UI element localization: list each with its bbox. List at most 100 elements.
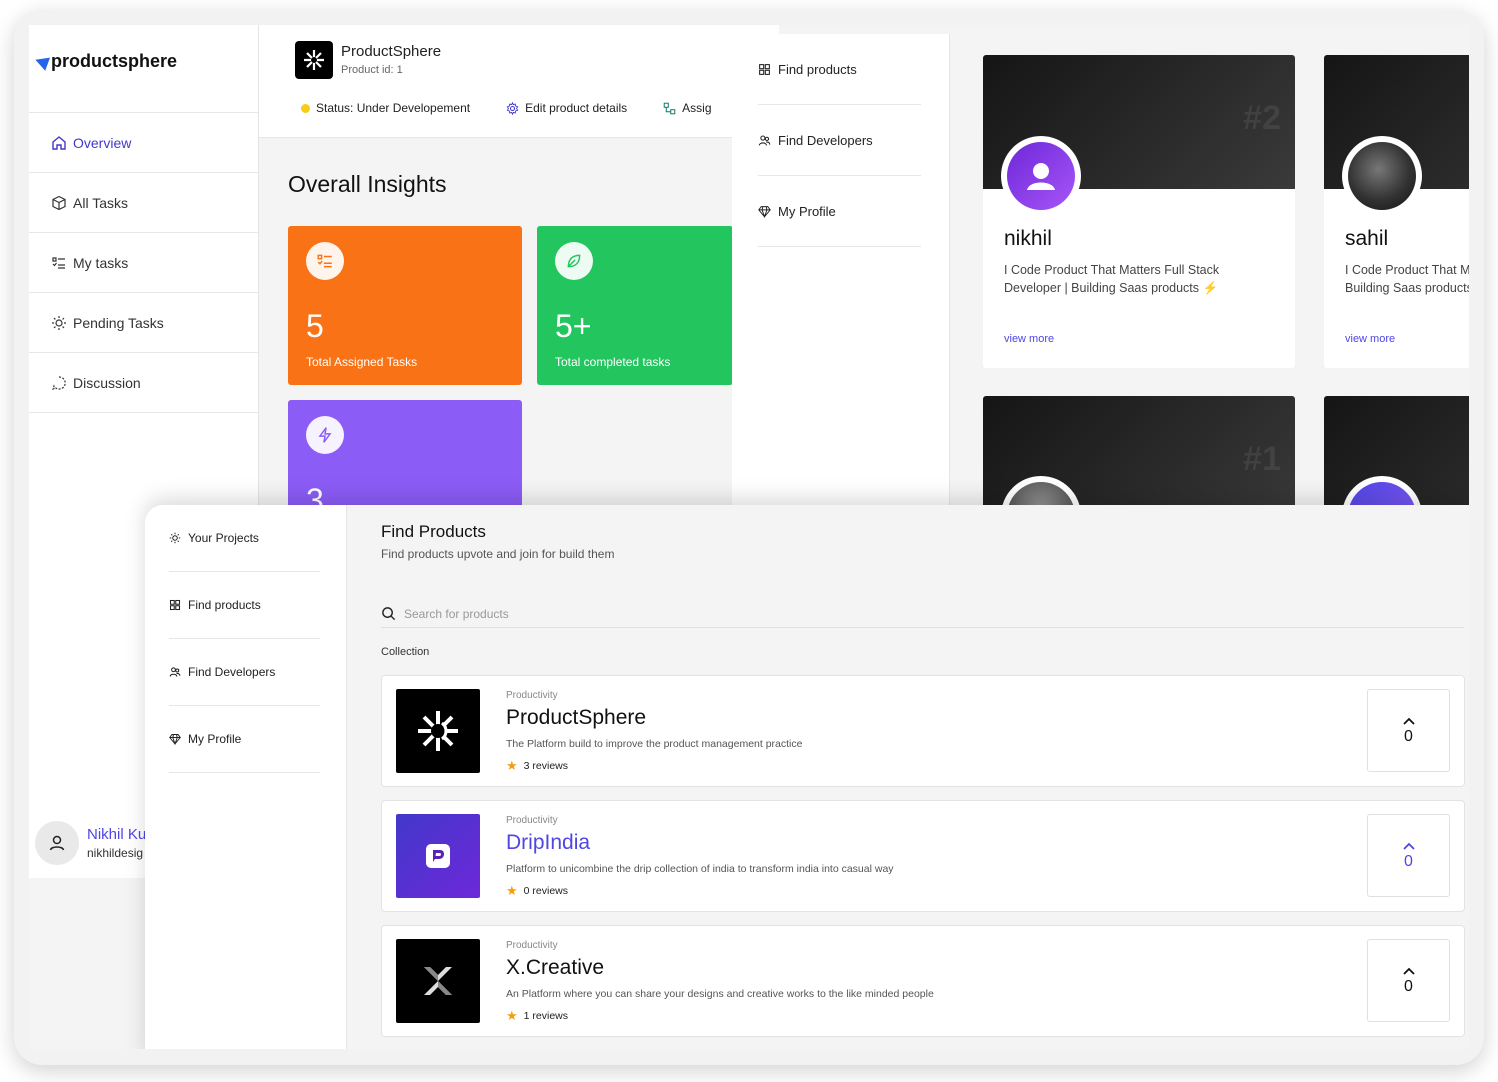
nav-item-pending-tasks[interactable]: Pending Tasks: [29, 293, 258, 353]
dripindia-logo-icon: [426, 844, 450, 868]
edit-product-label: Edit product details: [525, 101, 628, 115]
product-header: ProductSphere Product id: 1 Status: Unde…: [259, 25, 779, 138]
assign-button[interactable]: Assig: [663, 101, 712, 115]
developer-bio: I Code Product That Matters Full Stack D…: [1345, 263, 1469, 295]
user-name: Nikhil Ku: [87, 826, 147, 843]
user-avatar-icon: [1007, 142, 1075, 210]
upvote-count: 0: [1404, 727, 1413, 745]
lightning-icon: ⚡: [1202, 281, 1219, 295]
diamond-icon: [758, 205, 771, 218]
product-category: Productivity: [506, 940, 558, 951]
nav-item-discussion[interactable]: Discussion: [29, 353, 258, 413]
asterisk-logo-icon: [304, 50, 324, 70]
search-input[interactable]: [404, 606, 904, 621]
developer-card[interactable]: #1: [983, 396, 1295, 514]
product-card[interactable]: Productivity ProductSphere The Platform …: [381, 675, 1465, 787]
developer-photo: [1348, 142, 1416, 210]
nav-item-find-developers[interactable]: Find Developers: [758, 105, 921, 176]
nav-label: Find Developers: [188, 665, 276, 679]
developer-card[interactable]: #2 nikhil I Code Product That Matters Fu…: [983, 55, 1295, 368]
view-more-link[interactable]: view more: [1345, 333, 1395, 345]
review-count: 1 reviews: [523, 1010, 569, 1022]
product-category: Productivity: [506, 690, 558, 701]
find-products-window: Your Projects Find products Find Develop…: [145, 505, 1469, 1049]
avatar: [35, 821, 79, 865]
avatar: [1342, 136, 1422, 216]
review-count: 3 reviews: [523, 760, 569, 772]
developers-window: Find products Find Developers My Profile…: [732, 34, 1469, 514]
nav-label: Discussion: [73, 374, 141, 391]
dashboard-nav: Overview All Tasks My tasks Pending Task…: [29, 112, 258, 413]
nav-label: Pending Tasks: [73, 314, 164, 331]
developer-card[interactable]: sahil I Code Product That Matters Full S…: [1324, 55, 1469, 368]
product-reviews: ★ 3 reviews: [506, 758, 568, 774]
nav-item-your-projects[interactable]: Your Projects: [169, 505, 320, 572]
product-category: Productivity: [506, 815, 558, 826]
nav-label: Your Projects: [188, 531, 259, 545]
upvote-button[interactable]: 0: [1367, 814, 1450, 897]
assign-label: Assig: [682, 101, 712, 115]
products-sidebar: Your Projects Find products Find Develop…: [145, 505, 347, 1049]
product-thumbnail: [396, 814, 480, 898]
home-icon: [51, 135, 67, 151]
stat-card-assigned[interactable]: 5 Total Assigned Tasks: [288, 226, 522, 385]
upvote-button[interactable]: 0: [1367, 689, 1450, 772]
assign-icon: [663, 102, 676, 114]
nav-item-my-tasks[interactable]: My tasks: [29, 233, 258, 293]
page-subtitle: Find products upvote and join for build …: [381, 547, 615, 561]
nav-label: Find products: [188, 598, 261, 612]
asterisk-logo-icon: [418, 711, 458, 751]
stat-card-completed[interactable]: 5+ Total completed tasks: [537, 226, 733, 385]
nav-item-find-products[interactable]: Find products: [758, 34, 921, 105]
nav-item-find-developers[interactable]: Find Developers: [169, 639, 320, 706]
nav-item-my-profile[interactable]: My Profile: [169, 706, 320, 773]
logo[interactable]: productsphere: [32, 51, 177, 72]
product-card[interactable]: Productivity X.Creative An Platform wher…: [381, 925, 1465, 1037]
chevron-up-icon: [1402, 716, 1415, 726]
status-badge: Status: Under Developement: [301, 101, 470, 115]
bolt-icon: [306, 416, 344, 454]
nav-item-all-tasks[interactable]: All Tasks: [29, 173, 258, 233]
star-icon: ★: [506, 1008, 518, 1023]
people-icon: [758, 135, 771, 146]
dashboard-main: ProductSphere Product id: 1 Status: Unde…: [259, 25, 779, 559]
upvote-button[interactable]: 0: [1367, 939, 1450, 1022]
product-reviews: ★ 1 reviews: [506, 1008, 568, 1024]
collection-label: Collection: [381, 646, 430, 658]
product-name[interactable]: X.Creative: [506, 956, 604, 980]
product-card[interactable]: Productivity DripIndia Platform to unico…: [381, 800, 1465, 912]
chat-icon: [51, 375, 67, 391]
product-logo: [295, 41, 333, 79]
view-more-link[interactable]: view more: [1004, 333, 1054, 345]
nav-label: Find Developers: [778, 132, 873, 148]
product-name[interactable]: DripIndia: [506, 831, 590, 855]
product-name[interactable]: ProductSphere: [506, 706, 646, 730]
user-profile[interactable]: Nikhil Ku nikhildesig: [35, 821, 146, 865]
nav-label: All Tasks: [73, 194, 128, 211]
products-nav: Your Projects Find products Find Develop…: [169, 505, 320, 773]
developer-card[interactable]: [1324, 396, 1469, 514]
chevron-up-icon: [1402, 841, 1415, 851]
leaf-icon: [555, 242, 593, 280]
sun-icon: [169, 532, 181, 544]
status-text: Status: Under Developement: [316, 101, 471, 115]
stat-label: Total completed tasks: [555, 355, 671, 369]
product-thumbnail: [396, 939, 480, 1023]
product-reviews: ★ 0 reviews: [506, 883, 568, 899]
list-icon: [51, 255, 67, 271]
developer-bio-text: I Code Product That Matters Full Stack D…: [1004, 263, 1220, 295]
gear-icon: [506, 101, 519, 115]
developers-sidebar: Find products Find Developers My Profile: [732, 34, 950, 514]
product-meta: Status: Under Developement Edit product …: [301, 101, 712, 115]
edit-product-button[interactable]: Edit product details: [506, 101, 627, 115]
nav-item-my-profile[interactable]: My Profile: [758, 176, 921, 247]
status-dot-icon: [301, 103, 310, 113]
stat-label: Total Assigned Tasks: [306, 355, 418, 369]
product-description: An Platform where you can share your des…: [506, 988, 934, 1000]
developer-name: sahil: [1345, 227, 1389, 250]
nav-item-find-products[interactable]: Find products: [169, 572, 320, 639]
nav-label: My tasks: [73, 254, 129, 271]
grid-icon: [169, 599, 181, 611]
nav-item-overview[interactable]: Overview: [29, 113, 258, 173]
list-icon: [306, 242, 344, 280]
